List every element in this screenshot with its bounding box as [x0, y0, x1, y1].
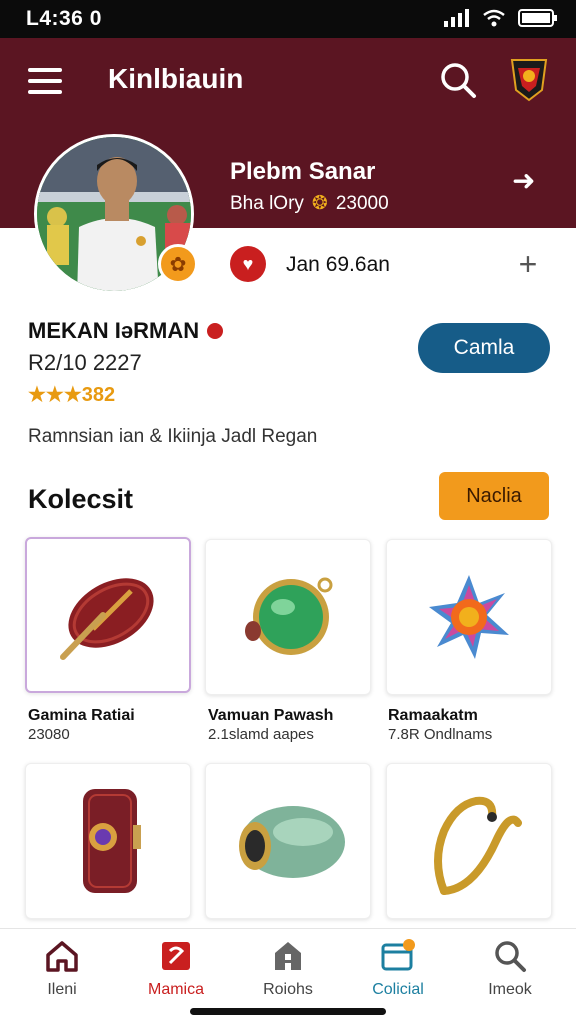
nav-label: Imeok — [488, 981, 532, 998]
status-time: L4:36 0 — [26, 7, 102, 30]
calendar-badge-icon: ♥ — [230, 246, 266, 282]
card-icon — [162, 942, 190, 970]
collection-card[interactable] — [205, 763, 371, 919]
card-subtitle: 7.8R Ondlnams — [388, 726, 493, 743]
collection-card[interactable] — [386, 539, 552, 695]
nav-label: Ileni — [47, 981, 77, 998]
nav-buildings[interactable]: Roiohs — [238, 939, 338, 1005]
player-id: R2/10 2227 — [28, 350, 142, 375]
rugby-ball-icon — [60, 578, 154, 660]
house-icon — [46, 941, 78, 972]
collection-card[interactable] — [25, 763, 191, 919]
player-name: MEKAN IəRMAN — [28, 318, 224, 344]
date-text: Jan 69.6an — [286, 253, 390, 276]
gold-hook-icon — [434, 796, 522, 895]
nav-label: Mamica — [147, 981, 204, 998]
section-action-button[interactable]: Naclia — [439, 472, 549, 520]
wrist-band-icon — [83, 789, 141, 893]
menu-icon[interactable] — [28, 68, 62, 94]
profile-coins: 23000 — [335, 192, 389, 214]
profile-name: Plebm Sanar — [230, 158, 376, 185]
profile-meta-label: Bha lOry — [230, 192, 304, 214]
date-row: ♥ Jan 69.6an + — [230, 244, 550, 286]
team-crest-icon[interactable] — [506, 54, 552, 104]
status-icons — [444, 8, 558, 28]
add-icon[interactable]: + — [510, 244, 546, 284]
player-name-text: MEKAN IəRMAN — [28, 318, 200, 343]
ladybug-icon — [207, 323, 224, 339]
collection-card[interactable] — [386, 763, 552, 919]
battery-icon — [518, 9, 557, 27]
card-title: Ramaakatm — [388, 707, 478, 724]
wallet-icon — [381, 939, 415, 971]
app-title: Kinlbiauin — [108, 63, 244, 94]
search-icon — [495, 941, 526, 972]
nav-home[interactable]: Ileni — [12, 939, 112, 1005]
jade-stone-icon — [239, 806, 345, 878]
collection-card[interactable] — [25, 537, 191, 693]
rating: ★★★382 — [28, 384, 116, 406]
status-bar: L4:36 0 — [0, 0, 576, 38]
card-subtitle: 23080 — [28, 726, 70, 743]
avatar-badge-icon: ✿ — [158, 244, 198, 284]
card-title: Gamina Ratiai — [28, 707, 135, 724]
nav-label: Roiohs — [263, 981, 313, 998]
sun-gem-icon — [429, 575, 509, 659]
section-title: Kolecsit — [28, 484, 134, 514]
nav-wallet[interactable]: Colicial — [348, 939, 448, 1005]
profile-meta: Bha lOry ❂ 23000 — [230, 192, 389, 215]
description: Ramnsian ian & Ikiinja Jadl Regan — [28, 426, 318, 447]
building-icon — [275, 942, 301, 970]
nav-label: Colicial — [372, 981, 424, 998]
collection-card[interactable] — [205, 539, 371, 695]
search-icon[interactable] — [438, 60, 478, 100]
nav-collection[interactable]: Mamica — [126, 939, 226, 1005]
arrow-right-icon[interactable]: ➜ — [512, 166, 542, 196]
primary-button[interactable]: Camla — [418, 323, 550, 373]
wifi-icon — [483, 9, 505, 27]
card-title: Vamuan Pawash — [208, 707, 334, 724]
signal-icon — [444, 9, 469, 27]
coin-icon: ❂ — [311, 193, 328, 214]
card-subtitle: 2.1slamd aapes — [208, 726, 314, 743]
home-indicator[interactable] — [190, 1008, 386, 1015]
green-medallion-icon — [245, 577, 333, 655]
app-bar: Kinlbiauin — [0, 38, 576, 122]
nav-search[interactable]: Imeok — [460, 939, 560, 1005]
